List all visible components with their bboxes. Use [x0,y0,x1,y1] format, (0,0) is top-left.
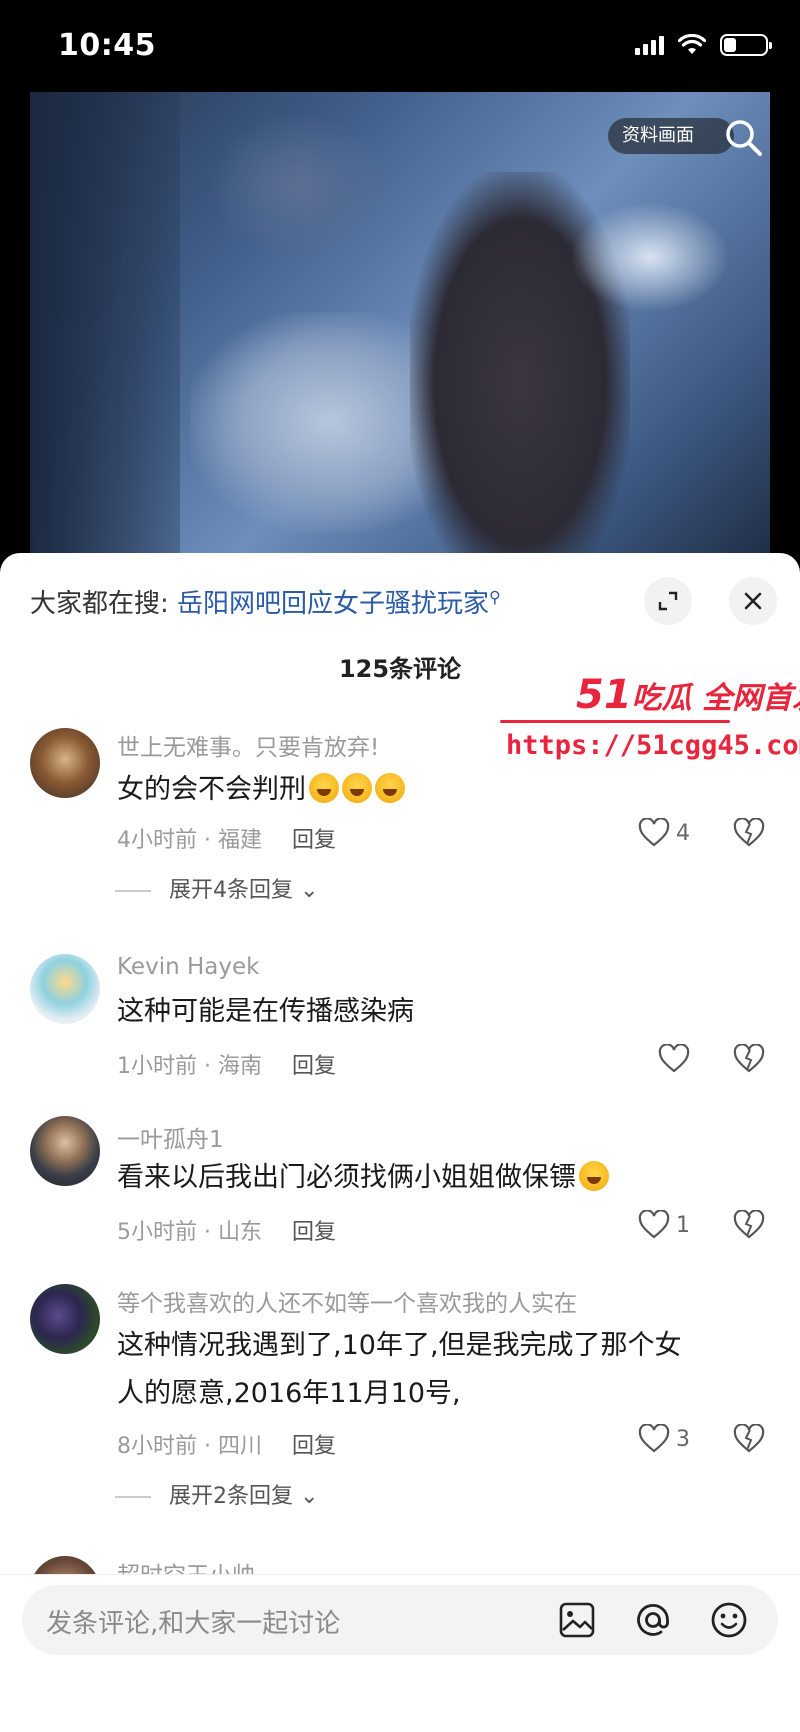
comment-meta: 1小时前 · 海南 回复 [117,1048,336,1080]
heart-icon [638,1424,670,1453]
comment-text: 这种情况我遇到了,10年了,但是我完成了那个女 人的愿意,2016年11月10号… [117,1322,757,1418]
comment-meta: 8小时前 · 四川 回复 [117,1428,336,1460]
heart-icon [638,818,670,847]
hot-search-prefix: 大家都在搜: [30,589,169,619]
emoji-icon[interactable] [708,1599,750,1641]
battery-icon [720,34,772,56]
comment-time-location: 5小时前 · 山东 [117,1220,262,1245]
comment-time-location: 4小时前 · 福建 [117,828,262,853]
close-icon [744,592,762,610]
comment-item: 超时空王小帅 [0,1552,800,1574]
watermark-line [500,720,730,723]
input-divider [0,1574,800,1575]
comment-username[interactable]: Kevin Hayek [117,954,259,980]
comment-username[interactable]: 等个我喜欢的人还不如等一个喜欢我的人实在 [117,1284,577,1318]
watermark-text: 吃瓜 全网首发 [631,681,800,716]
reply-button[interactable]: 回复 [292,1434,336,1459]
dislike-icon[interactable] [733,1424,765,1454]
hot-search-link[interactable]: 岳阳网吧回应女子骚扰玩家 [177,589,489,619]
laughing-emoji-icon [309,773,339,803]
like-count: 3 [676,1426,690,1452]
small-search-icon: ⚲ [489,587,501,607]
expand-replies-button[interactable]: 展开2条回复 ⌄ [117,1478,318,1510]
watermark: 51吃瓜 全网首发 https://51cgg45.com [500,672,800,772]
comment-username[interactable]: 一叶孤舟1 [117,1120,224,1154]
avatar[interactable] [30,954,100,1024]
comment-username[interactable]: 超时空王小帅 [117,1556,255,1574]
heart-icon [658,1044,690,1073]
avatar[interactable] [30,1284,100,1354]
like-button[interactable]: 1 [638,1210,690,1240]
reply-button[interactable]: 回复 [292,828,336,853]
expand-button[interactable] [644,577,692,625]
avatar[interactable] [30,1116,100,1186]
laughing-emoji-icon [342,773,372,803]
heart-icon [638,1210,670,1239]
comment-input-placeholder: 发条评论,和大家一起讨论 [46,1609,341,1639]
watermark-title: 51吃瓜 全网首发 [576,672,800,718]
expand-replies-label: 展开2条回复 [169,1484,293,1509]
like-button[interactable]: 3 [638,1424,690,1454]
dislike-icon[interactable] [733,1210,765,1240]
expand-replies-label: 展开4条回复 [169,878,293,903]
watermark-url: https://51cgg45.com [506,730,800,761]
status-icons [635,34,772,56]
comment-text: 女的会不会判刑 [117,766,757,814]
comment-meta: 5小时前 · 山东 回复 [117,1214,336,1246]
comment-meta: 4小时前 · 福建 回复 [117,822,336,854]
reply-button[interactable]: 回复 [292,1220,336,1245]
like-count: 4 [676,820,690,846]
avatar[interactable] [30,728,100,798]
reply-button[interactable]: 回复 [292,1054,336,1079]
laughing-emoji-icon [375,773,405,803]
mention-icon[interactable] [632,1599,674,1641]
status-bar: 10:45 [0,0,800,92]
laughing-emoji-icon [579,1161,609,1191]
comment-text-line: 这种情况我遇到了,10年了,但是我完成了那个女 [117,1330,682,1361]
comment-text-body: 看来以后我出门必须找俩小姐姐做保镖 [117,1162,576,1193]
video-player[interactable]: 资料画面 [30,92,770,562]
chevron-down-icon: ⌄ [300,1484,319,1509]
dislike-icon[interactable] [733,818,765,848]
comment-text: 这种可能是在传播感染病 [117,996,414,1027]
dislike-icon[interactable] [733,1044,765,1074]
avatar[interactable] [30,1556,100,1574]
expand-icon [658,591,678,611]
close-button[interactable] [729,577,777,625]
comment-time-location: 1小时前 · 海南 [117,1054,262,1079]
like-button[interactable]: 4 [638,818,690,848]
wifi-icon [678,34,706,54]
like-button[interactable] [658,1044,690,1074]
image-icon[interactable] [556,1599,598,1641]
search-icon[interactable] [722,116,766,160]
comment-text-line: 人的愿意,2016年11月10号, [117,1378,461,1409]
hot-search: 大家都在搜: 岳阳网吧回应女子骚扰玩家⚲ [30,583,501,620]
cellular-signal-icon [635,35,664,55]
comment-username[interactable]: 世上无难事。只要肯放弃! [117,728,379,762]
archive-footage-tag: 资料画面 [608,118,734,154]
watermark-number: 51 [576,672,632,718]
comment-input[interactable]: 发条评论,和大家一起讨论 [22,1585,778,1655]
expand-replies-button[interactable]: 展开4条回复 ⌄ [117,872,318,904]
comment-time-location: 8小时前 · 四川 [117,1434,262,1459]
chevron-down-icon: ⌄ [300,878,319,903]
like-count: 1 [676,1212,690,1238]
comment-text-body: 女的会不会判刑 [117,774,306,805]
status-time: 10:45 [58,28,156,63]
comment-text: 看来以后我出门必须找俩小姐姐做保镖 [117,1154,757,1202]
